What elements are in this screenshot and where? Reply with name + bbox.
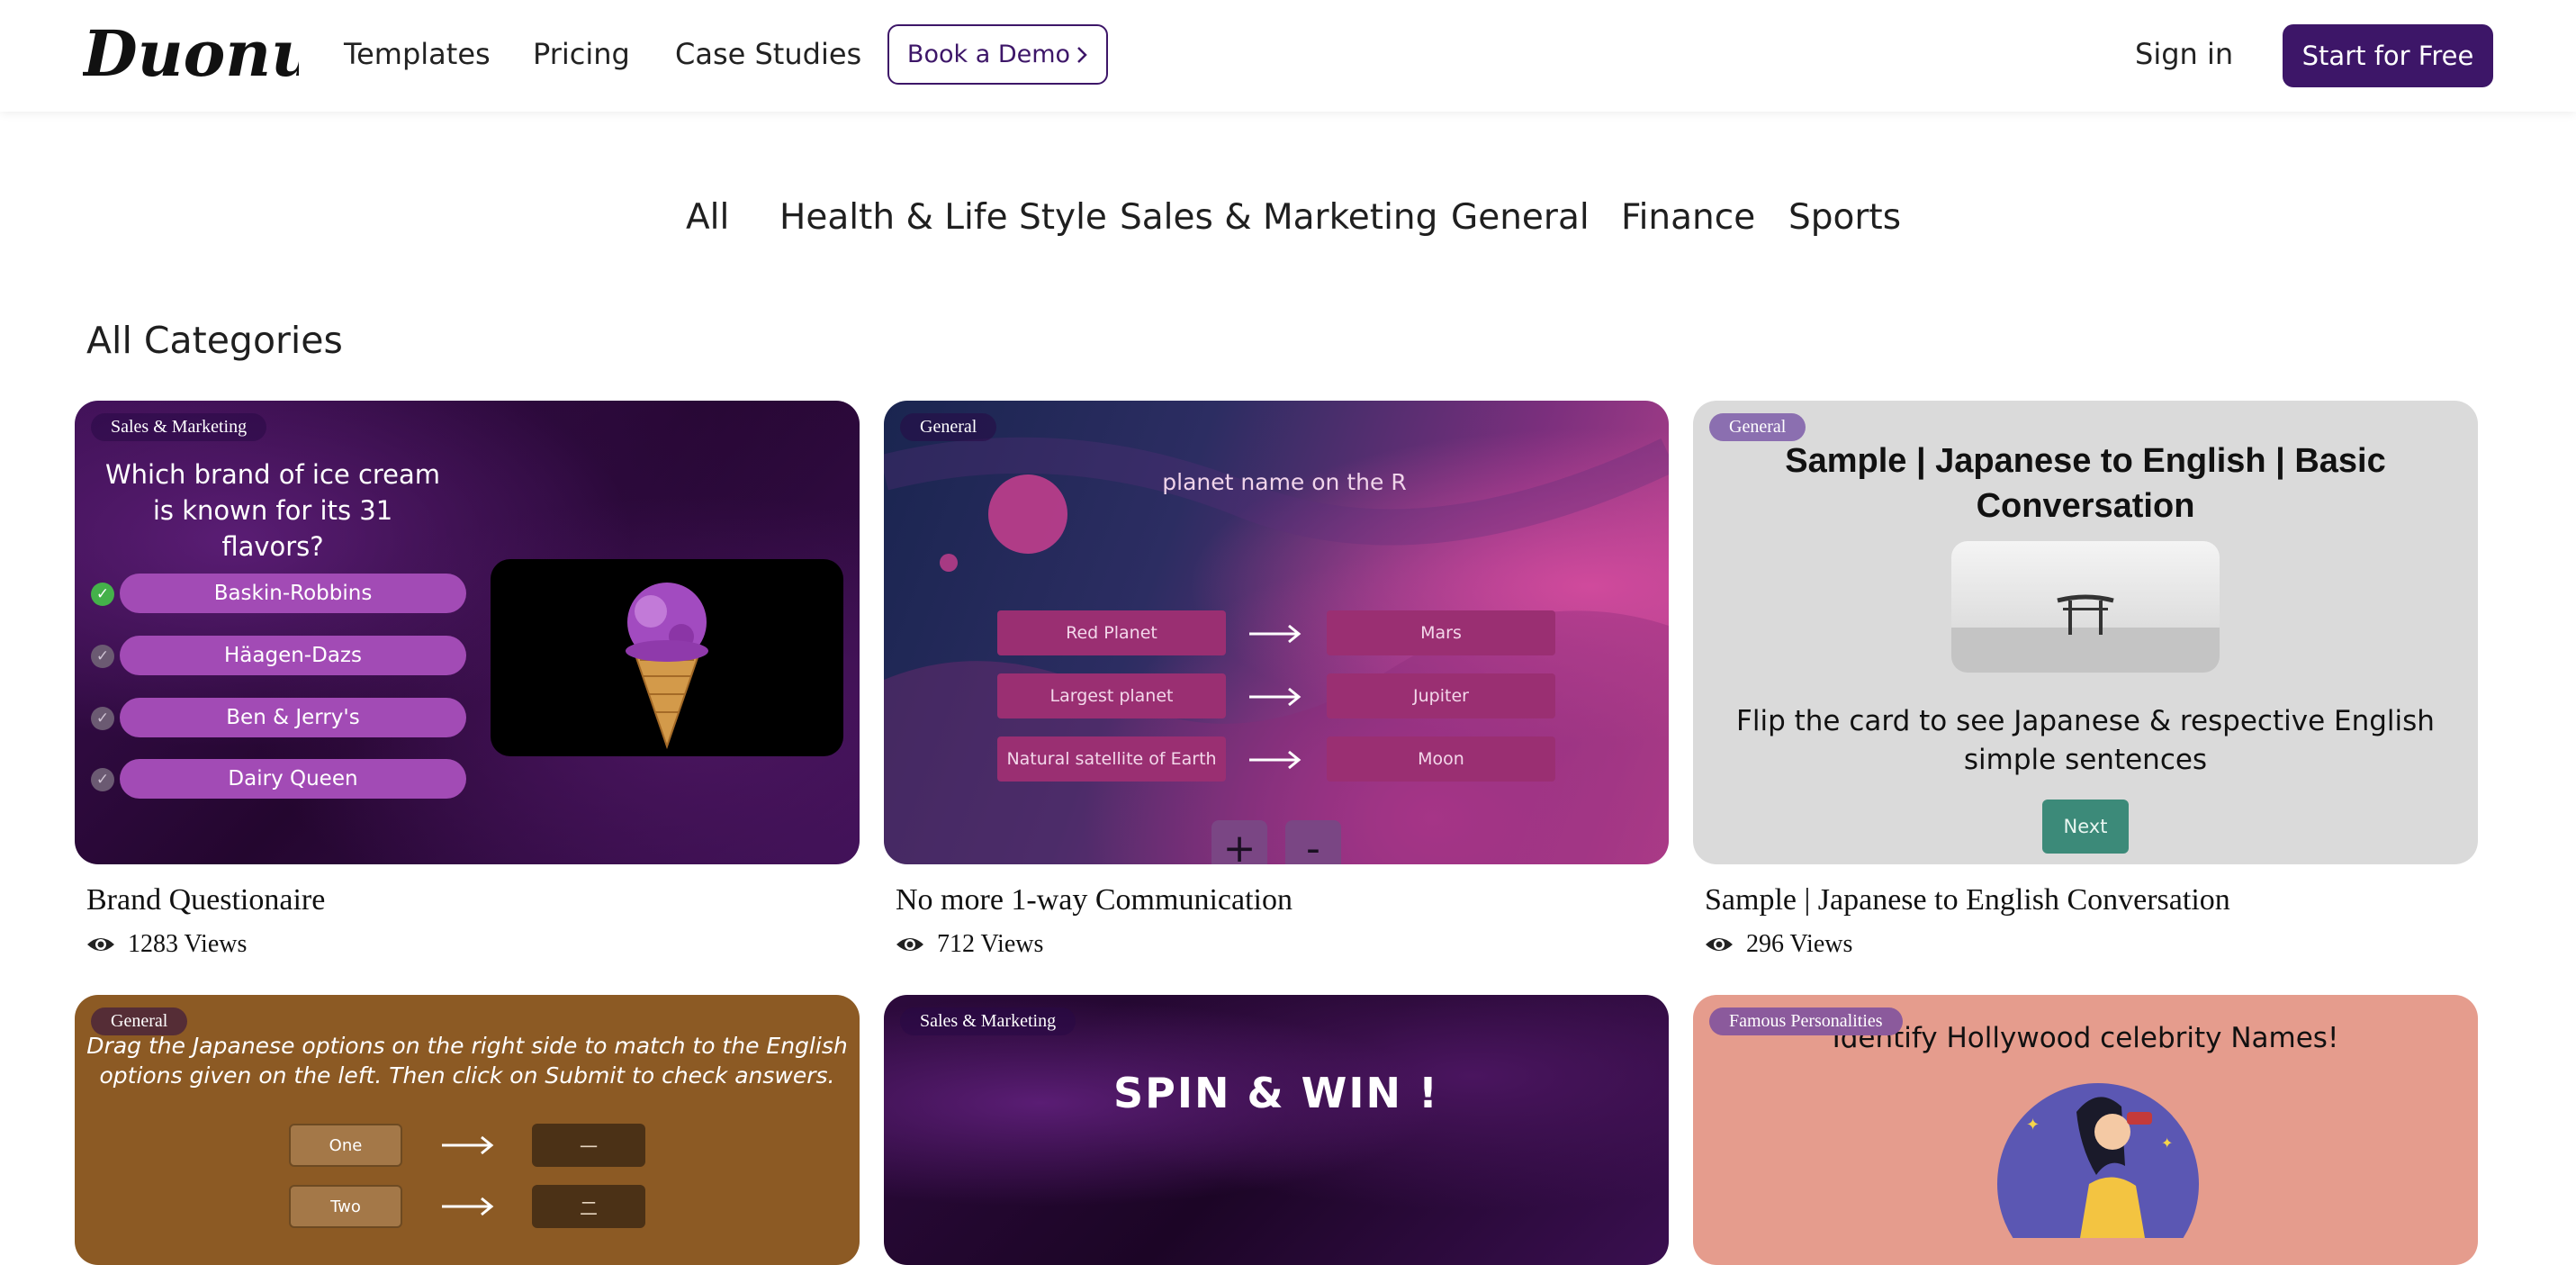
tab-all[interactable]: All	[686, 193, 729, 243]
nav-pricing[interactable]: Pricing	[533, 32, 630, 76]
celebrity-illustration: ✦ ✦	[1997, 1083, 2199, 1238]
tab-sports[interactable]: Sports	[1788, 193, 1901, 243]
views-label: 712 Views	[937, 930, 1044, 958]
template-card-no-more-1-way-communication[interactable]: General planet name on the R Red Planet …	[884, 401, 1669, 864]
check-icon: ✓	[91, 583, 114, 606]
category-tag: General	[900, 413, 997, 441]
ice-cream-image	[491, 559, 843, 756]
svg-text:✦: ✦	[2026, 1116, 2040, 1134]
quiz-question: Which brand of ice cream is known for it…	[104, 459, 441, 562]
views-count: 712 Views	[896, 928, 1043, 961]
duonut-logo[interactable]: Duonut	[83, 11, 299, 101]
next-button: Next	[2042, 800, 2129, 854]
top-navbar: Duonut Templates Pricing Case Studies Bo…	[0, 0, 2576, 112]
minus-button: -	[1285, 820, 1341, 864]
quiz-option: Ben & Jerry's	[120, 698, 466, 737]
match-left-item: Largest planet	[997, 673, 1226, 718]
nav-templates[interactable]: Templates	[344, 32, 491, 76]
check-icon: ✓	[91, 645, 114, 668]
sign-in-link[interactable]: Sign in	[2135, 32, 2233, 76]
arrow-right-icon	[442, 1197, 494, 1216]
check-icon: ✓	[91, 707, 114, 730]
template-card-hollywood-celebrity[interactable]: Famous Personalities Identify Hollywood …	[1693, 995, 2478, 1265]
eye-icon	[896, 938, 923, 951]
eye-icon	[87, 938, 114, 951]
check-icon: ✓	[91, 768, 114, 791]
arrow-right-icon	[1249, 750, 1302, 770]
instruction-text: Drag the Japanese options on the right s…	[86, 1033, 848, 1089]
card-title[interactable]: Sample | Japanese to English Conversatio…	[1705, 881, 2230, 920]
flashcard-heading: Sample | Japanese to English | Basic Con…	[1785, 442, 2386, 525]
logo-text: Duonut	[83, 16, 299, 91]
views-count: 296 Views	[1705, 928, 1852, 961]
match-question: planet name on the R	[1162, 469, 1407, 495]
spin-win-heading: SPIN & WIN !	[1113, 1069, 1439, 1117]
views-count: 1283 Views	[86, 928, 247, 961]
chevron-right-icon	[1077, 46, 1087, 63]
category-tag: Famous Personalities	[1709, 1007, 1903, 1035]
quiz-option: Dairy Queen	[120, 759, 466, 799]
card-title[interactable]: No more 1-way Communication	[896, 881, 1293, 920]
match-left-item: Two	[289, 1185, 402, 1228]
eye-icon	[1706, 938, 1733, 951]
views-label: 1283 Views	[128, 930, 248, 958]
category-tag: General	[1709, 413, 1806, 441]
template-card-spin-and-win[interactable]: Sales & Marketing SPIN & WIN !	[884, 995, 1669, 1265]
match-right-item: Moon	[1327, 736, 1555, 782]
quiz-option: Häagen-Dazs	[120, 636, 466, 675]
arrow-right-icon	[1249, 687, 1302, 707]
flashcard-text: Flip the card to see Japanese & respecti…	[1736, 705, 2435, 776]
match-right-item: Mars	[1327, 610, 1555, 655]
match-right-item: 二	[532, 1185, 645, 1228]
tab-sales-marketing[interactable]: Sales & Marketing	[1120, 193, 1437, 243]
match-left-item: One	[289, 1124, 402, 1167]
category-tag: Sales & Marketing	[91, 413, 267, 441]
arrow-right-icon	[1249, 624, 1302, 644]
match-right-item: 一	[532, 1124, 645, 1167]
svg-text:✦: ✦	[2161, 1134, 2173, 1152]
torii-gate-image	[1951, 541, 2220, 673]
category-tag: General	[91, 1007, 188, 1035]
arrow-right-icon	[442, 1135, 494, 1155]
tab-health-life-style[interactable]: Health & Life Style	[779, 193, 1107, 243]
template-card-japanese-matching[interactable]: General Drag the Japanese options on the…	[75, 995, 860, 1265]
template-card-japanese-to-english-conversation[interactable]: General Sample | Japanese to English | B…	[1693, 401, 2478, 864]
card-title[interactable]: Brand Questionaire	[86, 881, 325, 920]
nav-case-studies[interactable]: Case Studies	[675, 32, 861, 76]
tab-general[interactable]: General	[1451, 193, 1590, 243]
start-for-free-button[interactable]: Start for Free	[2283, 24, 2493, 87]
template-card-brand-questionaire[interactable]: Sales & Marketing Which brand of ice cre…	[75, 401, 860, 864]
quiz-option: Baskin-Robbins	[120, 574, 466, 613]
book-demo-button[interactable]: Book a Demo	[887, 24, 1108, 85]
match-right-item: Jupiter	[1327, 673, 1555, 718]
plus-button: +	[1211, 820, 1267, 864]
match-left-item: Red Planet	[997, 610, 1226, 655]
section-title: All Categories	[86, 319, 343, 362]
match-left-item: Natural satellite of Earth	[997, 736, 1226, 782]
book-demo-label: Book a Demo	[906, 41, 1071, 68]
category-tag: Sales & Marketing	[900, 1007, 1076, 1035]
tab-finance[interactable]: Finance	[1621, 193, 1755, 243]
views-label: 296 Views	[1746, 930, 1853, 958]
